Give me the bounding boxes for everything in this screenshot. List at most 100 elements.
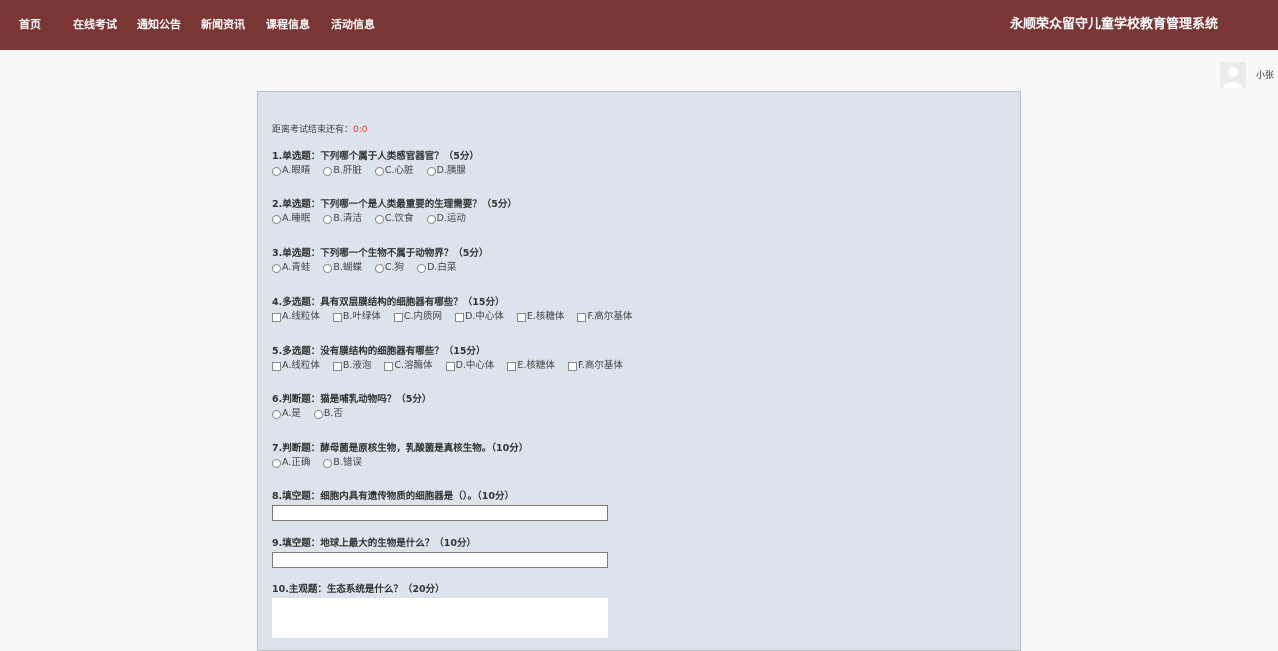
radio-icon[interactable]	[272, 263, 281, 273]
option-checkbox[interactable]: D.中心体	[445, 359, 495, 373]
option-radio[interactable]: D.胰腺	[426, 164, 466, 178]
option-label: C.心脏	[384, 165, 414, 176]
option-radio[interactable]: C.狗	[374, 261, 404, 275]
option-checkbox[interactable]: B.液泡	[332, 359, 372, 373]
option-radio[interactable]: B.清洁	[323, 212, 362, 226]
option-label: B.液泡	[342, 360, 372, 371]
option-radio[interactable]: D.白菜	[417, 261, 456, 275]
option-radio[interactable]: C.饮食	[374, 212, 414, 226]
option-radio[interactable]: A.睡眠	[272, 212, 310, 226]
question-10: 10.主观题：生态系统是什么？（20分）	[272, 583, 608, 638]
options: A.睡眠 B.清洁 C.饮食 D.运动	[272, 212, 517, 226]
top-navigation-bar: 首页 在线考试 通知公告 新闻资讯 课程信息 活动信息 永顺荣众留守儿童学校教育…	[0, 0, 1278, 50]
exam-panel: 距离考试结束还有：0:0 1.单选题：下列哪个属于人类感官器官？（5分） A.眼…	[257, 91, 1021, 651]
answer-textarea[interactable]	[272, 598, 608, 638]
option-checkbox[interactable]: A.线粒体	[272, 310, 320, 324]
option-radio[interactable]: B.肝脏	[323, 164, 362, 178]
option-label: A.线粒体	[282, 311, 320, 322]
radio-icon[interactable]	[272, 166, 281, 176]
option-label: A.正确	[282, 457, 311, 468]
option-checkbox[interactable]: C.溶酶体	[384, 359, 433, 373]
user-avatar-icon	[1220, 62, 1246, 88]
option-checkbox[interactable]: B.叶绿体	[332, 310, 381, 324]
exam-timer: 距离考试结束还有：0:0	[272, 122, 368, 135]
checkbox-icon[interactable]	[567, 361, 577, 371]
option-label: B.蝴蝶	[333, 262, 362, 273]
radio-icon[interactable]	[313, 409, 323, 419]
avatar[interactable]	[1220, 62, 1246, 88]
question-title: 5.多选题：没有膜结构的细胞器有哪些？（15分）	[272, 346, 486, 357]
question-title: 1.单选题：下列哪个属于人类感官器官？（5分）	[272, 151, 479, 162]
username: 小张	[1255, 71, 1274, 81]
radio-icon[interactable]	[374, 166, 384, 176]
option-checkbox[interactable]: F.高尔基体	[577, 310, 632, 324]
option-label: B.清洁	[333, 213, 362, 224]
option-radio[interactable]: C.心脏	[374, 164, 414, 178]
option-label: D.中心体	[465, 311, 504, 322]
radio-icon[interactable]	[417, 263, 427, 273]
question-4: 4.多选题：具有双层膜结构的细胞器有哪些？（15分） A.线粒体 B.叶绿体 C…	[272, 296, 645, 324]
radio-icon[interactable]	[272, 409, 281, 419]
options: A.线粒体 B.液泡 C.溶酶体 D.中心体 E.核糖体 F.高尔基体	[272, 359, 636, 373]
question-title: 9.填空题：地球上最大的生物是什么？（10分）	[272, 538, 476, 549]
nav-online-exam[interactable]: 在线考试	[73, 0, 117, 50]
option-checkbox[interactable]: C.内质网	[393, 310, 442, 324]
checkbox-icon[interactable]	[445, 361, 455, 371]
radio-icon[interactable]	[323, 263, 333, 273]
checkbox-icon[interactable]	[272, 312, 281, 322]
option-radio[interactable]: A.正确	[272, 456, 310, 470]
question-title: 6.判断题：猫是哺乳动物吗？（5分）	[272, 394, 432, 405]
checkbox-icon[interactable]	[516, 312, 526, 322]
option-radio[interactable]: D.运动	[426, 212, 466, 226]
checkbox-icon[interactable]	[455, 312, 465, 322]
checkbox-icon[interactable]	[384, 361, 394, 371]
radio-icon[interactable]	[323, 214, 333, 224]
option-radio[interactable]: B.蝴蝶	[323, 261, 362, 275]
radio-icon[interactable]	[374, 263, 384, 273]
nav-courses[interactable]: 课程信息	[266, 0, 310, 50]
radio-icon[interactable]	[272, 458, 281, 468]
option-label: D.中心体	[455, 360, 495, 371]
checkbox-icon[interactable]	[507, 361, 517, 371]
option-radio[interactable]: A.眼睛	[272, 164, 310, 178]
radio-icon[interactable]	[323, 458, 333, 468]
option-checkbox[interactable]: E.核糖体	[507, 359, 555, 373]
question-5: 5.多选题：没有膜结构的细胞器有哪些？（15分） A.线粒体 B.液泡 C.溶酶…	[272, 345, 636, 373]
option-radio[interactable]: B.错误	[323, 456, 362, 470]
checkbox-icon[interactable]	[272, 361, 281, 371]
radio-icon[interactable]	[426, 166, 436, 176]
question-title: 7.判断题：酵母菌是原核生物，乳酸菌是真核生物。（10分）	[272, 443, 529, 454]
option-label: C.溶酶体	[394, 360, 433, 371]
answer-input[interactable]	[272, 505, 608, 521]
option-radio[interactable]: A.是	[272, 407, 301, 421]
options: A.青蛙 B.蝴蝶 C.狗 D.白菜	[272, 261, 488, 275]
option-checkbox[interactable]: A.线粒体	[272, 359, 320, 373]
radio-icon[interactable]	[272, 214, 281, 224]
option-checkbox[interactable]: D.中心体	[455, 310, 504, 324]
option-radio[interactable]: B.否	[313, 407, 343, 421]
nav-notices[interactable]: 通知公告	[137, 0, 181, 50]
option-radio[interactable]: A.青蛙	[272, 261, 310, 275]
answer-input[interactable]	[272, 552, 608, 568]
checkbox-icon[interactable]	[393, 312, 403, 322]
options: A.线粒体 B.叶绿体 C.内质网 D.中心体 E.核糖体 F.高尔基体	[272, 310, 645, 324]
timer-value: 0:0	[353, 125, 368, 135]
nav-news[interactable]: 新闻资讯	[201, 0, 245, 50]
checkbox-icon[interactable]	[332, 312, 342, 322]
question-title: 2.单选题：下列哪一个是人类最重要的生理需要？（5分）	[272, 199, 517, 210]
question-2: 2.单选题：下列哪一个是人类最重要的生理需要？（5分） A.睡眠 B.清洁 C.…	[272, 198, 517, 226]
checkbox-icon[interactable]	[332, 361, 342, 371]
nav-home[interactable]: 首页	[19, 0, 41, 50]
checkbox-icon[interactable]	[577, 312, 587, 322]
option-label: D.白菜	[427, 262, 457, 273]
radio-icon[interactable]	[323, 166, 333, 176]
radio-icon[interactable]	[374, 214, 384, 224]
option-label: B.肝脏	[333, 165, 362, 176]
nav-activities[interactable]: 活动信息	[331, 0, 375, 50]
option-checkbox[interactable]: E.核糖体	[516, 310, 564, 324]
question-3: 3.单选题：下列哪一个生物不属于动物界？（5分） A.青蛙 B.蝴蝶 C.狗 D…	[272, 247, 488, 275]
question-6: 6.判断题：猫是哺乳动物吗？（5分） A.是 B.否	[272, 393, 431, 421]
option-checkbox[interactable]: F.高尔基体	[567, 359, 623, 373]
option-label: B.叶绿体	[342, 311, 381, 322]
radio-icon[interactable]	[426, 214, 436, 224]
